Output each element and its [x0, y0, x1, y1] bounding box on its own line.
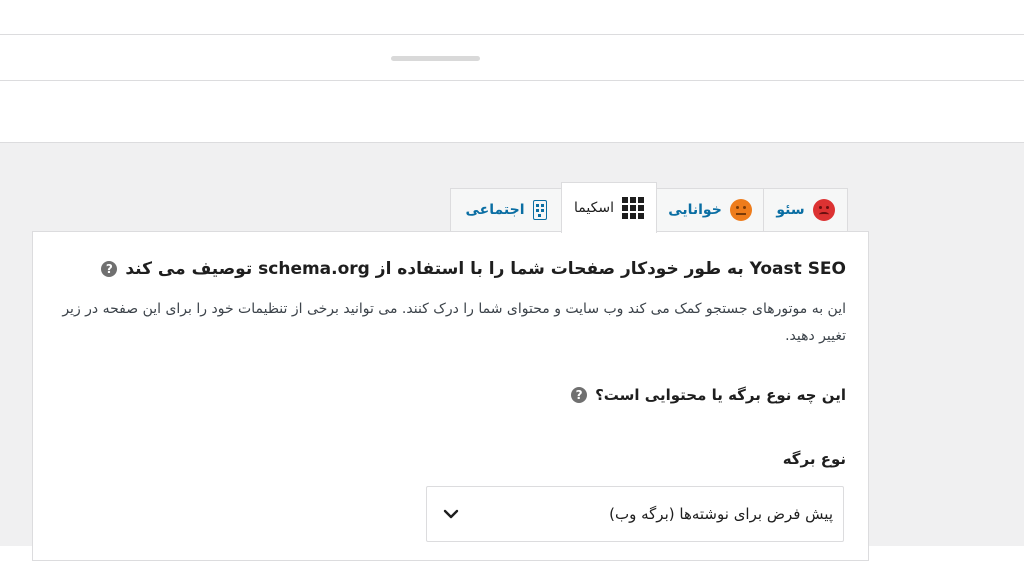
tab-schema[interactable]: اسکیما: [561, 182, 657, 233]
page-type-label: نوع برگه: [782, 450, 846, 468]
help-icon[interactable]: ?: [571, 387, 588, 403]
editor-top-area: [0, 0, 1024, 143]
tab-social-label: اجتماعی: [465, 202, 525, 218]
tab-seo-label: سئو: [776, 202, 805, 218]
schema-heading: Yoast SEO به طور خودکار صفحات شما را با …: [101, 259, 846, 279]
chevron-down-icon: [443, 509, 459, 519]
divider: [0, 80, 1024, 81]
schema-description: این به موتورهای جستجو کمک می کند وب سایت…: [62, 301, 846, 344]
schema-heading-text: Yoast SEO به طور خودکار صفحات شما را با …: [125, 259, 846, 279]
share-icon: [532, 200, 547, 220]
content-type-question-text: این چه نوع برگه یا محتوایی است؟: [595, 386, 846, 404]
divider: [0, 34, 1024, 35]
page-type-selected-value: پیش فرض برای نوشته‌ها (برگه وب): [609, 505, 833, 523]
schema-panel: Yoast SEO به طور خودکار صفحات شما را با …: [32, 231, 869, 561]
neutral-face-icon: [729, 199, 752, 221]
help-icon[interactable]: ?: [101, 261, 118, 277]
content-type-question: این چه نوع برگه یا محتوایی است؟ ?: [571, 386, 846, 404]
resize-handle[interactable]: [391, 56, 480, 61]
grid-icon: [621, 197, 644, 219]
tab-social[interactable]: اجتماعی: [450, 188, 562, 231]
tab-readability[interactable]: خوانایی: [656, 188, 764, 231]
tab-seo[interactable]: سئو: [763, 188, 848, 231]
tab-readability-label: خوانایی: [668, 202, 722, 218]
sad-face-icon: [812, 199, 835, 221]
tab-schema-label: اسکیما: [574, 200, 614, 216]
page-type-select[interactable]: پیش فرض برای نوشته‌ها (برگه وب): [426, 486, 844, 542]
